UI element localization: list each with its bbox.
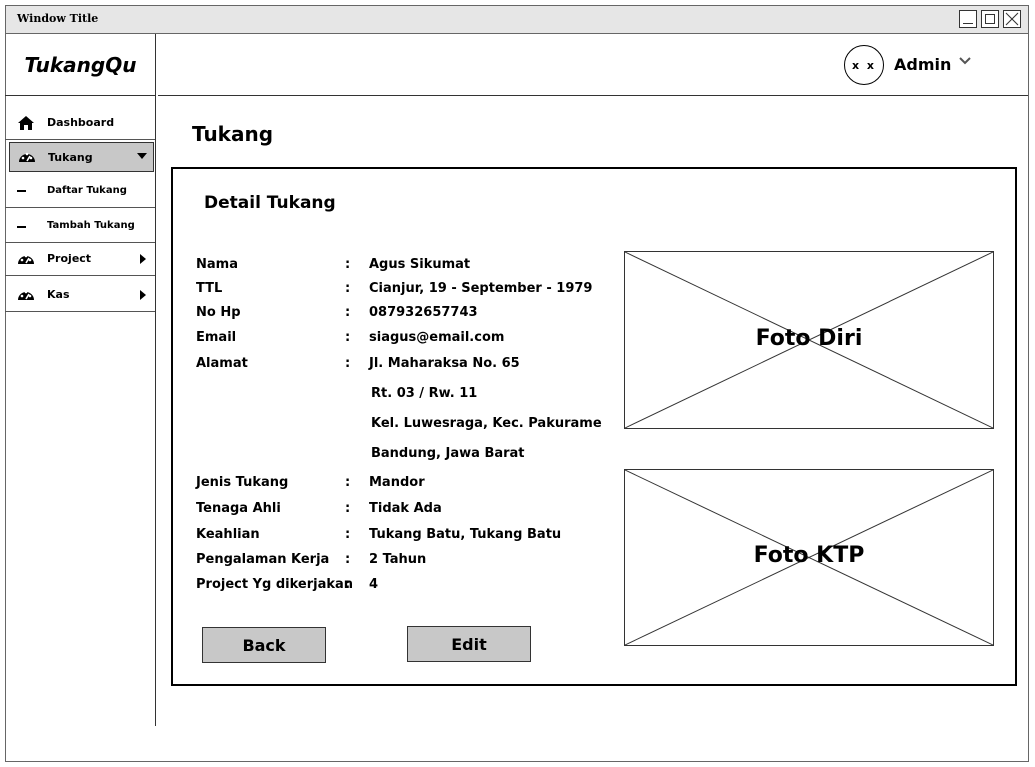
- sidebar-item-label: Kas: [47, 288, 70, 301]
- sidebar-item-tukang[interactable]: Tukang: [9, 142, 154, 172]
- user-name[interactable]: Admin: [894, 55, 951, 74]
- sidebar-item-label: Tukang: [48, 151, 93, 164]
- top-bar: x x Admin: [158, 34, 1028, 96]
- sidebar-item-kas[interactable]: Kas: [5, 278, 155, 312]
- home-icon: [18, 116, 34, 130]
- gauge-icon: [19, 152, 35, 162]
- sidebar-subitem-label: Tambah Tukang: [47, 220, 135, 231]
- card-title: Detail Tukang: [204, 193, 336, 213]
- dash-icon: [17, 226, 26, 228]
- title-bar: Window Title: [6, 6, 1028, 34]
- close-button[interactable]: [1003, 10, 1021, 28]
- window-title: Window Title: [17, 12, 99, 25]
- edit-button[interactable]: Edit: [407, 626, 531, 662]
- gauge-icon: [18, 290, 34, 300]
- sidebar-item-label: Dashboard: [47, 116, 115, 129]
- caret-down-icon: [137, 153, 147, 159]
- sidebar-subitem-daftar-tukang[interactable]: Daftar Tukang: [5, 174, 155, 208]
- address-line: Bandung, Jawa Barat: [371, 446, 525, 461]
- dash-icon: [17, 190, 26, 192]
- sidebar: TukangQu Dashboard Tukang Daftar Tukang …: [5, 34, 156, 726]
- photo-label: Foto Diri: [755, 326, 863, 351]
- close-icon: [1005, 12, 1019, 26]
- photo-placeholder-self[interactable]: Foto Diri: [624, 251, 994, 429]
- photo-label: Foto KTP: [753, 543, 865, 568]
- caret-right-icon: [140, 290, 146, 300]
- minimize-button[interactable]: [959, 10, 977, 28]
- maximize-button[interactable]: [981, 10, 999, 28]
- address-line: Rt. 03 / Rw. 11: [371, 386, 478, 401]
- chevron-down-icon[interactable]: [958, 56, 972, 66]
- sidebar-item-label: Project: [47, 252, 92, 265]
- avatar[interactable]: x x: [844, 45, 884, 85]
- sidebar-item-dashboard[interactable]: Dashboard: [5, 106, 155, 140]
- page-title: Tukang: [192, 122, 274, 146]
- back-button[interactable]: Back: [202, 627, 326, 663]
- gauge-icon: [18, 254, 34, 264]
- sidebar-subitem-tambah-tukang[interactable]: Tambah Tukang: [5, 209, 155, 243]
- address-line: Kel. Luwesraga, Kec. Pakurame: [371, 416, 602, 431]
- detail-card: Detail Tukang Nama: Agus Sikumat TTL: Cian…: [171, 167, 1017, 686]
- brand-logo: TukangQu: [5, 34, 156, 96]
- sidebar-subitem-label: Daftar Tukang: [47, 185, 127, 196]
- caret-right-icon: [140, 254, 146, 264]
- sidebar-item-project[interactable]: Project: [5, 242, 155, 276]
- photo-placeholder-ktp[interactable]: Foto KTP: [624, 469, 994, 646]
